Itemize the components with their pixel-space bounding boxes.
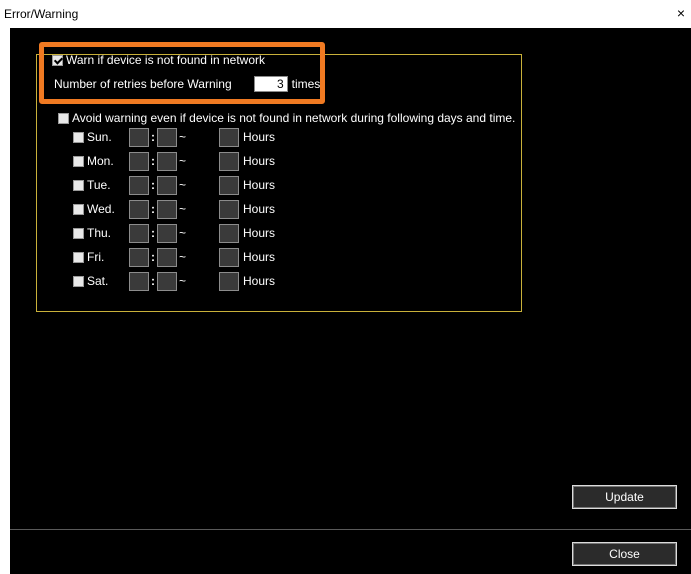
day-checkbox-wed[interactable] [73, 203, 84, 215]
range-separator: ~ [179, 250, 187, 264]
window-title: Error/Warning [4, 7, 79, 21]
day-row-mon: Mon. : ~ Hours [73, 151, 275, 171]
range-separator: ~ [179, 130, 187, 144]
range-separator: ~ [179, 178, 187, 192]
time-separator: : [151, 226, 155, 240]
day-row-sat: Sat. : ~ Hours [73, 271, 275, 291]
duration-hours-field[interactable] [219, 175, 239, 195]
retries-row: Number of retries before Warning times [54, 76, 320, 92]
day-row-tue: Tue. : ~ Hours [73, 175, 275, 195]
day-label: Tue. [87, 178, 111, 192]
time-separator: : [151, 274, 155, 288]
warn-checkbox[interactable] [52, 54, 63, 66]
time-separator: : [151, 130, 155, 144]
retries-input[interactable] [253, 76, 288, 92]
start-hour-field[interactable] [129, 247, 149, 267]
day-row-wed: Wed. : ~ Hours [73, 199, 275, 219]
start-minute-field[interactable] [157, 199, 177, 219]
day-checkbox-fri[interactable] [73, 251, 84, 263]
retries-unit: times [291, 77, 321, 91]
duration-hours-field[interactable] [219, 127, 239, 147]
hours-label: Hours [243, 274, 276, 288]
start-minute-field[interactable] [157, 271, 177, 291]
day-checkbox-sat[interactable] [73, 275, 84, 287]
hours-label: Hours [243, 178, 276, 192]
retries-label: Number of retries before Warning [54, 77, 232, 91]
duration-hours-field[interactable] [219, 271, 239, 291]
range-separator: ~ [179, 202, 187, 216]
start-hour-field[interactable] [129, 175, 149, 195]
update-button[interactable]: Update [572, 485, 677, 509]
start-minute-field[interactable] [157, 223, 177, 243]
day-label: Mon. [87, 154, 114, 168]
avoid-checkbox-row[interactable]: Avoid warning even if device is not foun… [58, 111, 515, 125]
title-bar: Error/Warning × [0, 0, 691, 28]
duration-hours-field[interactable] [219, 151, 239, 171]
dialog-content: Warn if device is not found in network N… [10, 28, 691, 574]
day-checkbox-tue[interactable] [73, 179, 84, 191]
day-label: Sun. [87, 130, 112, 144]
warn-checkbox-row[interactable]: Warn if device is not found in network [52, 53, 265, 67]
time-separator: : [151, 178, 155, 192]
duration-hours-field[interactable] [219, 247, 239, 267]
day-label: Wed. [87, 202, 115, 216]
day-label: Fri. [87, 250, 105, 264]
divider [10, 529, 691, 530]
day-checkbox-sun[interactable] [73, 131, 84, 143]
start-hour-field[interactable] [129, 199, 149, 219]
start-minute-field[interactable] [157, 175, 177, 195]
duration-hours-field[interactable] [219, 223, 239, 243]
start-minute-field[interactable] [157, 151, 177, 171]
avoid-checkbox-label: Avoid warning even if device is not foun… [72, 111, 516, 125]
start-hour-field[interactable] [129, 223, 149, 243]
day-row-thu: Thu. : ~ Hours [73, 223, 275, 243]
close-button[interactable]: Close [572, 542, 677, 566]
duration-hours-field[interactable] [219, 199, 239, 219]
start-minute-field[interactable] [157, 127, 177, 147]
range-separator: ~ [179, 226, 187, 240]
day-label: Sat. [87, 274, 109, 288]
day-checkbox-thu[interactable] [73, 227, 84, 239]
hours-label: Hours [243, 154, 276, 168]
start-hour-field[interactable] [129, 271, 149, 291]
start-hour-field[interactable] [129, 151, 149, 171]
hours-label: Hours [243, 130, 276, 144]
hours-label: Hours [243, 250, 276, 264]
day-row-fri: Fri. : ~ Hours [73, 247, 275, 267]
time-separator: : [151, 202, 155, 216]
start-hour-field[interactable] [129, 127, 149, 147]
time-separator: : [151, 250, 155, 264]
range-separator: ~ [179, 274, 187, 288]
avoid-checkbox[interactable] [58, 112, 69, 124]
day-checkbox-mon[interactable] [73, 155, 84, 167]
warn-checkbox-label: Warn if device is not found in network [66, 53, 265, 67]
highlight-box [39, 42, 325, 104]
range-separator: ~ [179, 154, 187, 168]
start-minute-field[interactable] [157, 247, 177, 267]
day-label: Thu. [87, 226, 112, 240]
close-icon[interactable]: × [673, 4, 689, 22]
day-row-sun: Sun. : ~ Hours [73, 127, 275, 147]
hours-label: Hours [243, 202, 276, 216]
time-separator: : [151, 154, 155, 168]
hours-label: Hours [243, 226, 276, 240]
